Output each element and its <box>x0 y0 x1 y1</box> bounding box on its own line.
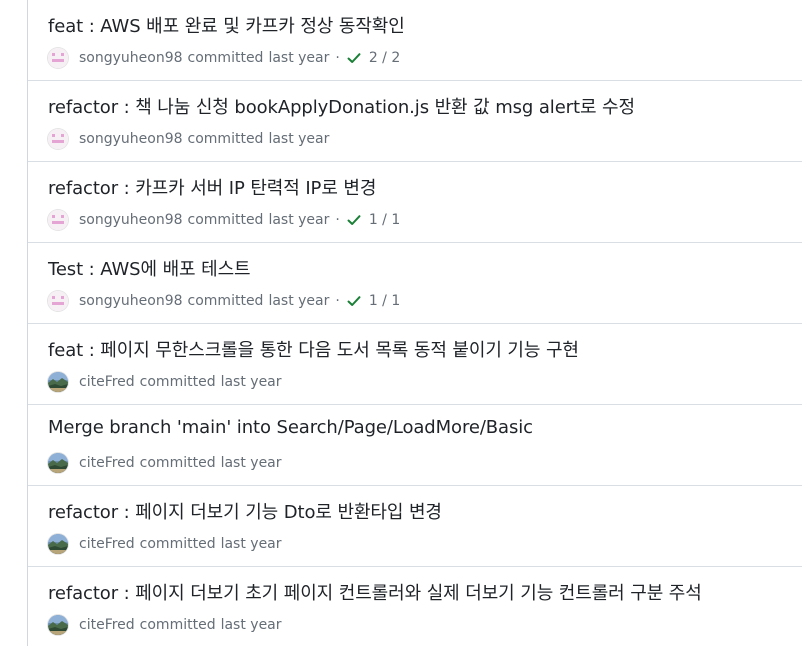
separator-dot: · <box>335 293 340 309</box>
commit-action-text: committed <box>187 212 264 228</box>
commit-relative-time[interactable]: last year <box>268 50 329 66</box>
landscape-photo-avatar-icon[interactable] <box>48 372 68 392</box>
commit-action-text: committed <box>139 536 216 552</box>
commit-author-link[interactable]: citeFred <box>79 617 135 633</box>
commit-row: Test : AWS에 배포 테스트 songyuheon98 committed l… <box>28 243 802 324</box>
checks-count: 1 / 1 <box>368 293 401 309</box>
commit-meta: songyuheon98 committed last year · 2 / 2 <box>48 47 400 69</box>
commit-meta: citeFred committed last year <box>48 371 282 393</box>
commit-action-text: committed <box>139 374 216 390</box>
commit-title-link[interactable]: feat : AWS 배포 완료 및 카프카 정상 동작확인 <box>48 12 405 38</box>
commit-author-link[interactable]: citeFred <box>79 536 135 552</box>
commit-title-link[interactable]: Merge branch 'main' into Search/Page/Loa… <box>48 417 533 438</box>
identicon-avatar-icon[interactable] <box>48 291 68 311</box>
commit-action-text: committed <box>139 617 216 633</box>
landscape-photo-avatar-icon[interactable] <box>48 615 68 635</box>
commit-relative-time[interactable]: last year <box>268 212 329 228</box>
commit-meta: songyuheon98 committed last year · 1 / 1 <box>48 290 400 312</box>
commit-action-text: committed <box>139 455 216 471</box>
commit-action-text: committed <box>187 293 264 309</box>
check-icon <box>346 50 369 66</box>
commit-meta: songyuheon98 committed last year · 1 / 1 <box>48 209 400 231</box>
commit-row: refactor : 페이지 더보기 기능 Dto로 반환타입 변경 citeFr… <box>28 486 802 567</box>
landscape-photo-avatar-icon[interactable] <box>48 534 68 554</box>
commit-list: feat : AWS 배포 완료 및 카프카 정상 동작확인 songyuheon… <box>28 0 802 648</box>
separator-dot: · <box>335 212 340 228</box>
commit-author-link[interactable]: songyuheon98 <box>79 131 183 147</box>
commit-title-link[interactable]: refactor : 페이지 더보기 기능 Dto로 반환타입 변경 <box>48 498 442 524</box>
commit-author-link[interactable]: citeFred <box>79 374 135 390</box>
commit-title-link[interactable]: feat : 페이지 무한스크롤을 통한 다음 도서 목록 동적 붙이기 기능 … <box>48 336 579 362</box>
identicon-avatar-icon[interactable] <box>48 48 68 68</box>
checks-status-button[interactable]: 1 / 1 <box>346 293 400 309</box>
commit-title-link[interactable]: refactor : 카프카 서버 IP 탄력적 IP로 변경 <box>48 174 376 200</box>
commit-author-link[interactable]: songyuheon98 <box>79 50 183 66</box>
landscape-photo-avatar-icon[interactable] <box>48 453 68 473</box>
checks-status-button[interactable]: 2 / 2 <box>346 50 400 66</box>
commit-relative-time[interactable]: last year <box>221 374 282 390</box>
commit-meta: songyuheon98 committed last year <box>48 128 329 150</box>
commit-row: feat : 페이지 무한스크롤을 통한 다음 도서 목록 동적 붙이기 기능 … <box>28 324 802 405</box>
checks-status-button[interactable]: 1 / 1 <box>346 212 400 228</box>
commit-relative-time[interactable]: last year <box>268 293 329 309</box>
identicon-avatar-icon[interactable] <box>48 210 68 230</box>
checks-count: 1 / 1 <box>368 212 401 228</box>
commit-author-link[interactable]: songyuheon98 <box>79 293 183 309</box>
commit-author-link[interactable]: songyuheon98 <box>79 212 183 228</box>
commit-row: refactor : 페이지 더보기 초기 페이지 컨트롤러와 실제 더보기 기… <box>28 567 802 648</box>
separator-dot: · <box>335 50 340 66</box>
commit-author-link[interactable]: citeFred <box>79 455 135 471</box>
commit-title-link[interactable]: refactor : 책 나눔 신청 bookApplyDonation.js … <box>48 93 635 119</box>
commit-row: refactor : 책 나눔 신청 bookApplyDonation.js … <box>28 81 802 162</box>
check-icon <box>346 293 369 309</box>
commit-relative-time[interactable]: last year <box>221 617 282 633</box>
commit-meta: citeFred committed last year <box>48 614 282 636</box>
commit-row: feat : AWS 배포 완료 및 카프카 정상 동작확인 songyuheon… <box>28 0 802 81</box>
commit-title-link[interactable]: refactor : 페이지 더보기 초기 페이지 컨트롤러와 실제 더보기 기… <box>48 579 702 605</box>
commit-row: Merge branch 'main' into Search/Page/Loa… <box>28 405 802 486</box>
commit-meta: citeFred committed last year <box>48 533 282 555</box>
commit-row: refactor : 카프카 서버 IP 탄력적 IP로 변경 songyuheo… <box>28 162 802 243</box>
commit-action-text: committed <box>187 50 264 66</box>
check-icon <box>346 212 369 228</box>
commit-relative-time[interactable]: last year <box>268 131 329 147</box>
commit-action-text: committed <box>187 131 264 147</box>
commit-relative-time[interactable]: last year <box>221 536 282 552</box>
checks-count: 2 / 2 <box>368 50 401 66</box>
commit-meta: citeFred committed last year <box>48 452 282 474</box>
commit-title-link[interactable]: Test : AWS에 배포 테스트 <box>48 255 251 281</box>
commit-relative-time[interactable]: last year <box>221 455 282 471</box>
identicon-avatar-icon[interactable] <box>48 129 68 149</box>
